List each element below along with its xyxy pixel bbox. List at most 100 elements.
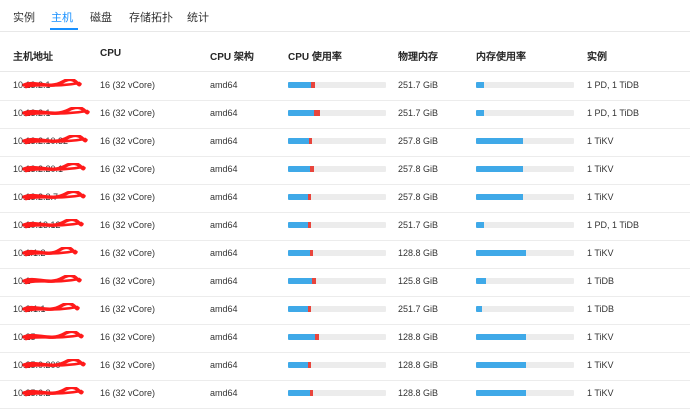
memory-usage-bar xyxy=(476,166,574,172)
cpu-user-segment xyxy=(288,138,309,144)
cpu-system-segment xyxy=(309,138,312,144)
instances: 1 PD, 1 TiDB xyxy=(587,108,640,118)
physical-memory: 128.8 GiB xyxy=(398,332,439,342)
cpu-cores: 16 (32 vCore) xyxy=(100,80,156,90)
host-address: 10.25.0.200 xyxy=(13,360,61,370)
cpu-usage-bar xyxy=(288,390,386,396)
memory-usage-bar xyxy=(476,334,574,340)
header-cpu[interactable]: CPU xyxy=(100,48,121,59)
cpu-usage-bar xyxy=(288,194,386,200)
cpu-cores: 16 (32 vCore) xyxy=(100,388,156,398)
host-address: 10.13.2.20.1 xyxy=(13,164,64,174)
memory-used-segment xyxy=(476,362,526,368)
instances: 1 PD, 1 TiDB xyxy=(587,220,640,230)
host-address: 10.1.1.2 xyxy=(13,248,46,258)
cpu-system-segment xyxy=(308,222,311,228)
memory-usage-bar xyxy=(476,250,574,256)
cpu-system-segment xyxy=(312,278,316,284)
cpu-cores: 16 (32 vCore) xyxy=(100,304,156,314)
table-row: 10.2.1.1 16 (32 vCore) amd64 251.7 GiB 1 TiD… xyxy=(0,296,690,325)
cpu-system-segment xyxy=(315,334,319,340)
cpu-cores: 16 (32 vCore) xyxy=(100,108,156,118)
memory-used-segment xyxy=(476,222,484,228)
memory-usage-bar xyxy=(476,222,574,228)
cpu-system-segment xyxy=(311,82,315,88)
physical-memory: 251.7 GiB xyxy=(398,80,439,90)
tab-hosts[interactable]: 主机 xyxy=(51,9,73,25)
cpu-arch: amd64 xyxy=(210,136,238,146)
cpu-cores: 16 (32 vCore) xyxy=(100,192,156,202)
tab-statistics[interactable]: 统计 xyxy=(187,9,209,25)
instances: 1 TiKV xyxy=(587,192,614,202)
cpu-user-segment xyxy=(288,110,314,116)
table-row: 10.13.2.20.1 16 (32 vCore) amd64 257.8 GiB 1… xyxy=(0,156,690,185)
table-row: 10.1.1.2 16 (32 vCore) amd64 128.8 GiB 1 TiK… xyxy=(0,240,690,269)
host-address: 10.2.1.1 xyxy=(13,304,46,314)
cpu-cores: 16 (32 vCore) xyxy=(100,136,156,146)
instances: 1 TiKV xyxy=(587,164,614,174)
cpu-arch: amd64 xyxy=(210,304,238,314)
memory-used-segment xyxy=(476,278,486,284)
cpu-system-segment xyxy=(308,362,311,368)
header-memory-usage[interactable]: 内存使用率 xyxy=(476,48,526,63)
tab-disks[interactable]: 磁盘 xyxy=(90,9,112,25)
header-instances[interactable]: 实例 xyxy=(587,48,607,63)
cpu-usage-bar xyxy=(288,138,386,144)
host-address: 10.25.6.2 xyxy=(13,388,51,398)
physical-memory: 128.8 GiB xyxy=(398,248,439,258)
cpu-user-segment xyxy=(288,250,310,256)
cpu-user-segment xyxy=(288,278,312,284)
cpu-arch: amd64 xyxy=(210,276,238,286)
memory-used-segment xyxy=(476,390,526,396)
cpu-arch: amd64 xyxy=(210,220,238,230)
cpu-usage-bar xyxy=(288,334,386,340)
table-row: 10.13.2.1 16 (32 vCore) amd64 251.7 GiB 1 PD… xyxy=(0,72,690,101)
memory-usage-bar xyxy=(476,278,574,284)
instances: 1 TiKV xyxy=(587,136,614,146)
cpu-usage-bar xyxy=(288,278,386,284)
instances: 1 TiKV xyxy=(587,360,614,370)
physical-memory: 251.7 GiB xyxy=(398,304,439,314)
header-cpu-arch[interactable]: CPU 架构 xyxy=(210,48,254,63)
cpu-arch: amd64 xyxy=(210,388,238,398)
cpu-system-segment xyxy=(314,110,320,116)
table-row: 10.13.2.1 16 (32 vCore) amd64 251.7 GiB 1 PD… xyxy=(0,100,690,129)
header-physical-memory[interactable]: 物理内存 xyxy=(398,48,438,63)
redaction-scribble xyxy=(22,275,82,285)
physical-memory: 251.7 GiB xyxy=(398,220,439,230)
physical-memory: 128.8 GiB xyxy=(398,360,439,370)
active-tab-indicator xyxy=(50,28,78,30)
tab-instances[interactable]: 实例 xyxy=(13,9,35,25)
cpu-cores: 16 (32 vCore) xyxy=(100,248,156,258)
cpu-system-segment xyxy=(308,194,311,200)
physical-memory: 128.8 GiB xyxy=(398,388,439,398)
instances: 1 TiDB xyxy=(587,304,615,314)
physical-memory: 251.7 GiB xyxy=(398,108,439,118)
header-host-address[interactable]: 主机地址 xyxy=(13,48,53,63)
memory-usage-bar xyxy=(476,362,574,368)
cpu-user-segment xyxy=(288,222,308,228)
cpu-arch: amd64 xyxy=(210,108,238,118)
cpu-cores: 16 (32 vCore) xyxy=(100,332,156,342)
cpu-arch: amd64 xyxy=(210,360,238,370)
memory-used-segment xyxy=(476,250,526,256)
cpu-arch: amd64 xyxy=(210,192,238,202)
cpu-user-segment xyxy=(288,306,308,312)
table-row: 10.25.0.200 16 (32 vCore) amd64 128.8 GiB 1 … xyxy=(0,352,690,381)
physical-memory: 257.8 GiB xyxy=(398,192,439,202)
cpu-arch: amd64 xyxy=(210,248,238,258)
cpu-arch: amd64 xyxy=(210,164,238,174)
memory-used-segment xyxy=(476,138,523,144)
cpu-system-segment xyxy=(310,166,314,172)
memory-used-segment xyxy=(476,306,482,312)
instances: 1 PD, 1 TiDB xyxy=(587,80,640,90)
table-row: 10.25.6.2 16 (32 vCore) amd64 128.8 GiB 1 Ti… xyxy=(0,380,690,409)
cpu-usage-bar xyxy=(288,362,386,368)
table-row: 10.25 16 (32 vCore) amd64 128.8 GiB 1 TiKV xyxy=(0,324,690,353)
header-cpu-usage[interactable]: CPU 使用率 xyxy=(288,48,342,63)
memory-usage-bar xyxy=(476,138,574,144)
tab-storage-topology[interactable]: 存储拓扑 xyxy=(129,9,173,25)
cpu-usage-bar xyxy=(288,222,386,228)
table-row: 10.1 16 (32 vCore) amd64 125.8 GiB 1 TiDB xyxy=(0,268,690,297)
memory-usage-bar xyxy=(476,306,574,312)
